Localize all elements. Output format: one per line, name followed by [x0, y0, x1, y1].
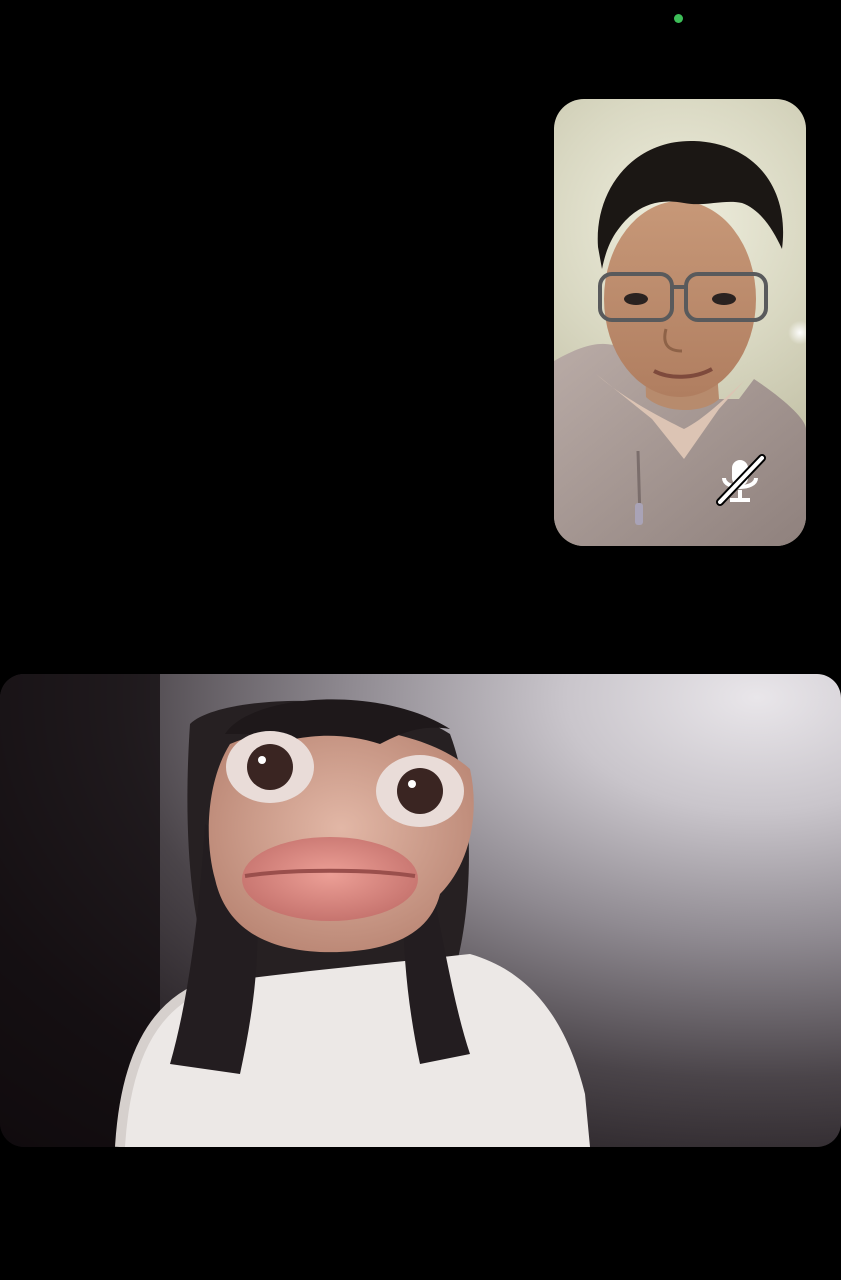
- participant-video-man: [554, 140, 806, 546]
- pip-video-tile[interactable]: [554, 99, 806, 546]
- main-video-tile[interactable]: [0, 674, 841, 1147]
- camera-in-use-indicator: [674, 14, 683, 23]
- participant-video-woman: [0, 674, 590, 1147]
- mic-slash-icon: [716, 454, 766, 506]
